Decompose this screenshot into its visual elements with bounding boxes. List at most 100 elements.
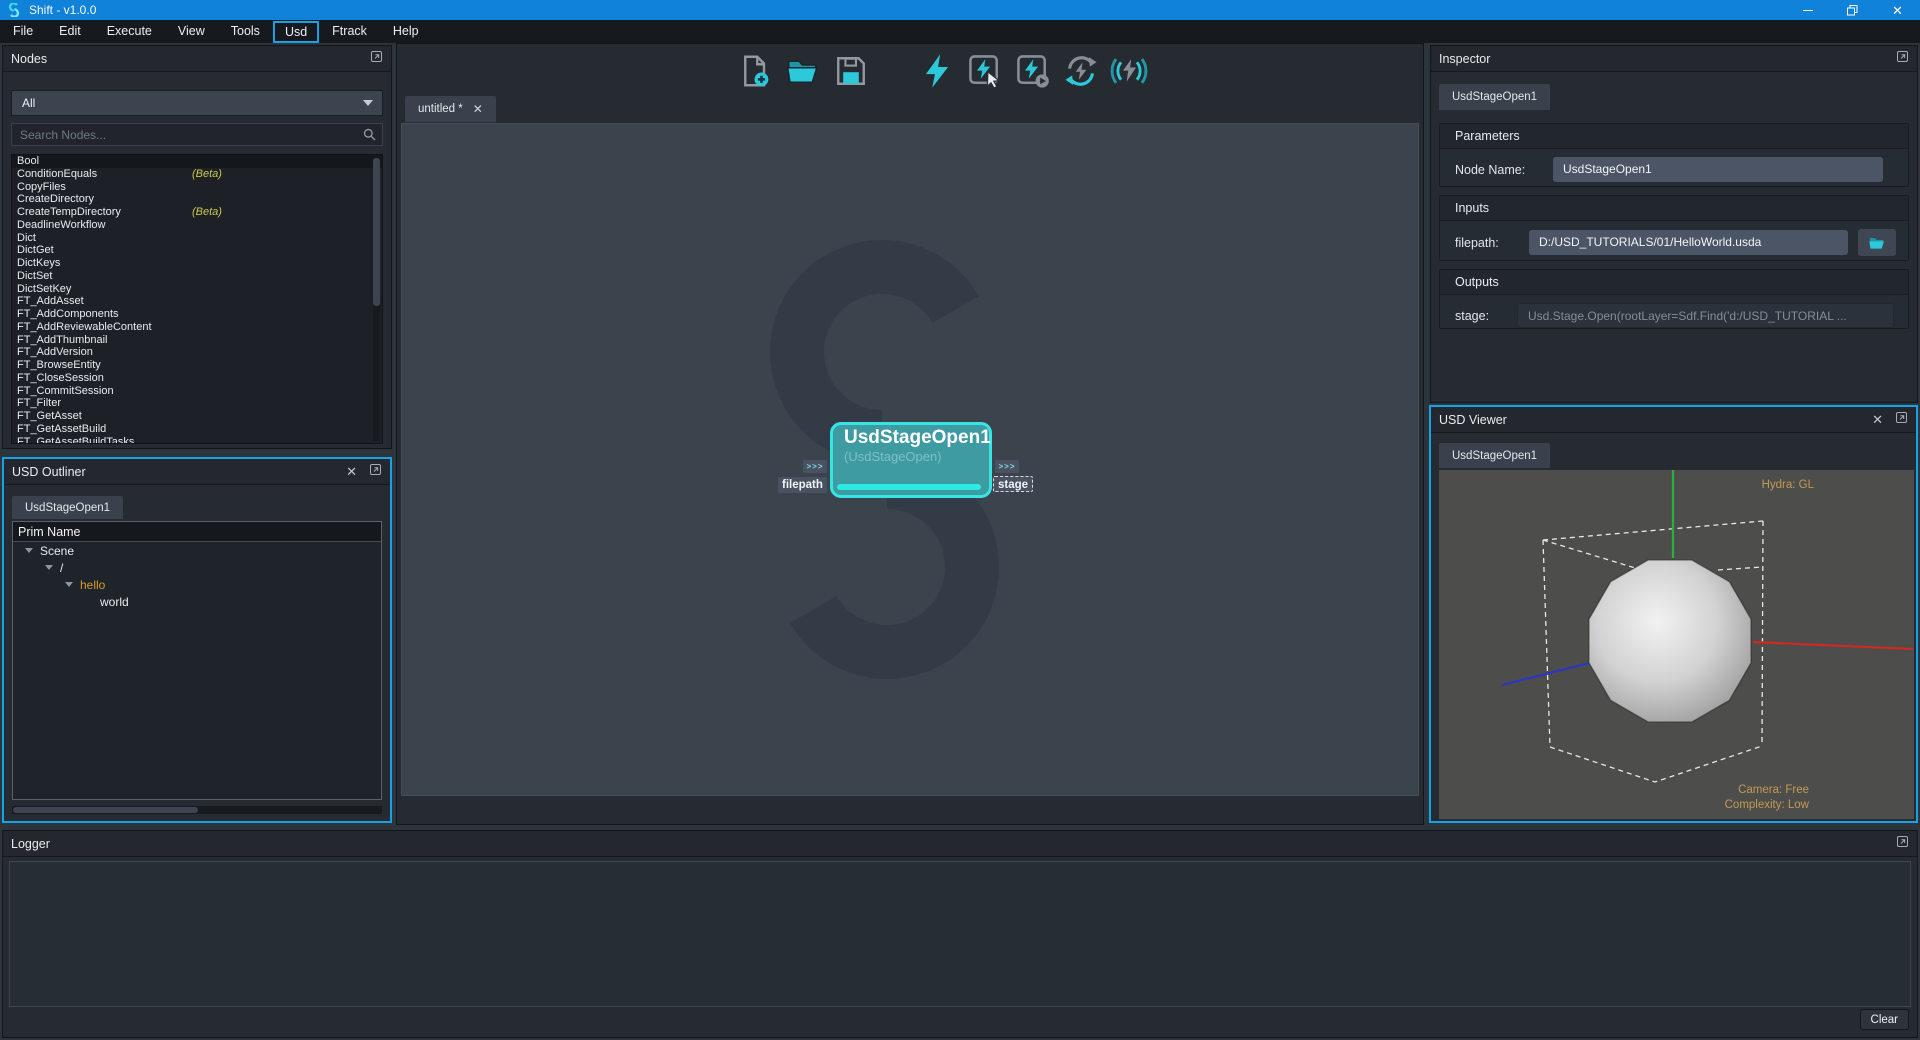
menu-item-execute[interactable]: Execute — [94, 20, 165, 43]
node-type-label: FT_GetAsset — [17, 410, 82, 422]
camera-label: Camera: Free — [1725, 783, 1809, 798]
node-list-item[interactable]: FT_AddComponents — [12, 308, 382, 321]
scrollbar-thumb[interactable] — [13, 807, 198, 813]
node-list-item[interactable]: DictGet — [12, 244, 382, 257]
node-filter-value: All — [12, 96, 35, 110]
popout-button[interactable] — [1896, 50, 1909, 68]
stage-label: stage: — [1455, 309, 1507, 323]
close-panel-button[interactable]: ✕ — [346, 465, 357, 478]
chevron-down-icon[interactable] — [65, 582, 73, 587]
node-type-label: FT_AddAsset — [17, 295, 84, 307]
restore-icon — [1847, 5, 1858, 16]
new-graph-button[interactable] — [736, 51, 774, 91]
node-filter-dropdown[interactable]: All — [11, 90, 383, 116]
node-type-label: DictSetKey — [17, 283, 71, 295]
node-list-item[interactable]: Bool — [12, 155, 382, 168]
execute-selected-button[interactable] — [966, 51, 1004, 91]
menu-item-usd[interactable]: Usd — [273, 21, 319, 43]
node-list-item[interactable]: FT_Filter — [12, 397, 382, 410]
popout-button[interactable] — [1896, 835, 1909, 853]
re-execute-button[interactable] — [1062, 51, 1100, 91]
popout-button[interactable] — [370, 50, 383, 68]
node-list-item[interactable]: DeadlineWorkflow — [12, 219, 382, 232]
inputs-section-header: Inputs — [1440, 196, 1908, 221]
node-list-item[interactable]: FT_GetAssetBuildTasks — [12, 436, 382, 445]
input-port-arrows[interactable]: >>> — [803, 460, 827, 473]
viewer-stage-tab[interactable]: UsdStageOpen1 — [1439, 443, 1550, 468]
node-type-label: FT_CommitSession — [17, 385, 114, 397]
filepath-field[interactable]: D:/USD_TUTORIALS/01/HelloWorld.usda — [1529, 230, 1848, 255]
node-list-item[interactable]: DictKeys — [12, 257, 382, 270]
log-output-area[interactable] — [9, 861, 1911, 1007]
node-list-item[interactable]: ConditionEquals(Beta) — [12, 168, 382, 181]
node-list-item[interactable]: FT_CloseSession — [12, 372, 382, 385]
node-list-item[interactable]: DictSetKey — [12, 283, 382, 296]
clear-log-button[interactable]: Clear — [1860, 1009, 1909, 1030]
node-type-list: BoolConditionEquals(Beta)CopyFilesCreate… — [11, 154, 383, 444]
node-list-item[interactable]: Dict — [12, 232, 382, 245]
restore-button[interactable] — [1830, 0, 1875, 20]
close-button[interactable]: ✕ — [1875, 0, 1920, 20]
graph-tab-untitled[interactable]: untitled * ✕ — [405, 96, 496, 122]
tree-item[interactable]: world — [13, 593, 381, 610]
search-input[interactable] — [11, 123, 383, 146]
node-list-item[interactable]: FT_AddThumbnail — [12, 334, 382, 347]
beta-badge: (Beta) — [192, 168, 222, 181]
nodes-panel-header: Nodes — [3, 46, 391, 72]
menu-item-edit[interactable]: Edit — [46, 20, 94, 43]
inputs-section: Inputs filepath: D:/USD_TUTORIALS/01/Hel… — [1439, 195, 1909, 261]
node-list-item[interactable]: FT_BrowseEntity — [12, 359, 382, 372]
node-type-label: FT_Filter — [17, 397, 61, 409]
node-list-item[interactable]: FT_GetAsset — [12, 410, 382, 423]
chevron-down-icon[interactable] — [45, 565, 53, 570]
node-list-item[interactable]: DictSet — [12, 270, 382, 283]
node-list-item[interactable]: FT_GetAssetBuild — [12, 423, 382, 436]
popout-button[interactable] — [1895, 411, 1908, 429]
usd-outliner-panel: USD Outliner ✕ UsdStageOpen1 Prim Name S… — [2, 457, 392, 823]
popout-button[interactable] — [369, 463, 382, 481]
node-list-item[interactable]: CreateTempDirectory(Beta) — [12, 206, 382, 219]
inspector-node-tab[interactable]: UsdStageOpen1 — [1439, 84, 1550, 110]
node-list-item[interactable]: CopyFiles — [12, 181, 382, 194]
node-graph-canvas[interactable]: UsdStageOpen1 (UsdStageOpen) >>> filepat… — [401, 123, 1419, 796]
tree-item[interactable]: hello — [13, 576, 381, 593]
open-folder-icon — [785, 53, 821, 89]
node-list-item[interactable]: FT_AddReviewableContent — [12, 321, 382, 334]
outliner-stage-tab[interactable]: UsdStageOpen1 — [12, 496, 123, 519]
node-list-item[interactable]: FT_AddAsset — [12, 295, 382, 308]
node-list-item[interactable]: CreateDirectory — [12, 193, 382, 206]
output-port-arrows[interactable]: >>> — [995, 460, 1019, 473]
application-window: Shift - v1.0.0 ✕ FileEditExecuteViewTool… — [0, 0, 1920, 1040]
node-progress-bar — [837, 484, 981, 490]
close-panel-button[interactable]: ✕ — [1872, 413, 1883, 426]
output-port-stage[interactable]: stage — [993, 476, 1033, 492]
chevron-down-icon[interactable] — [25, 548, 33, 553]
tree-item[interactable]: / — [13, 559, 381, 576]
menu-item-tools[interactable]: Tools — [218, 20, 273, 43]
node-list-item[interactable]: FT_AddVersion — [12, 346, 382, 359]
usd-stage-open-node[interactable]: UsdStageOpen1 (UsdStageOpen) — [830, 422, 992, 498]
menu-item-ftrack[interactable]: Ftrack — [319, 20, 380, 43]
sphere-mesh — [1589, 560, 1751, 722]
menu-item-help[interactable]: Help — [380, 20, 432, 43]
node-type-label: FT_BrowseEntity — [17, 359, 101, 371]
save-graph-button[interactable] — [832, 51, 870, 91]
scrollbar-thumb[interactable] — [373, 158, 380, 306]
hydra-renderer-label: Hydra: GL — [1762, 479, 1814, 491]
node-list-item[interactable]: FT_CommitSession — [12, 385, 382, 398]
execute-button[interactable] — [918, 51, 956, 91]
usd-3d-viewport[interactable]: Hydra: GL Camera: Free Complexity: Low — [1439, 470, 1914, 819]
live-execute-button[interactable] — [1110, 51, 1148, 91]
minimize-button[interactable] — [1785, 0, 1830, 20]
tab-close-icon[interactable]: ✕ — [473, 102, 483, 116]
filepath-label: filepath: — [1455, 236, 1519, 250]
input-port-filepath[interactable]: filepath — [778, 477, 827, 493]
open-graph-button[interactable] — [784, 51, 822, 91]
menu-item-view[interactable]: View — [165, 20, 218, 43]
tree-item[interactable]: Scene — [13, 542, 381, 559]
menu-item-file[interactable]: File — [0, 20, 46, 43]
execute-to-node-button[interactable] — [1014, 51, 1052, 91]
beta-badge: (Beta) — [192, 206, 222, 219]
browse-file-button[interactable] — [1858, 229, 1896, 256]
node-name-field[interactable]: UsdStageOpen1 — [1553, 157, 1883, 182]
